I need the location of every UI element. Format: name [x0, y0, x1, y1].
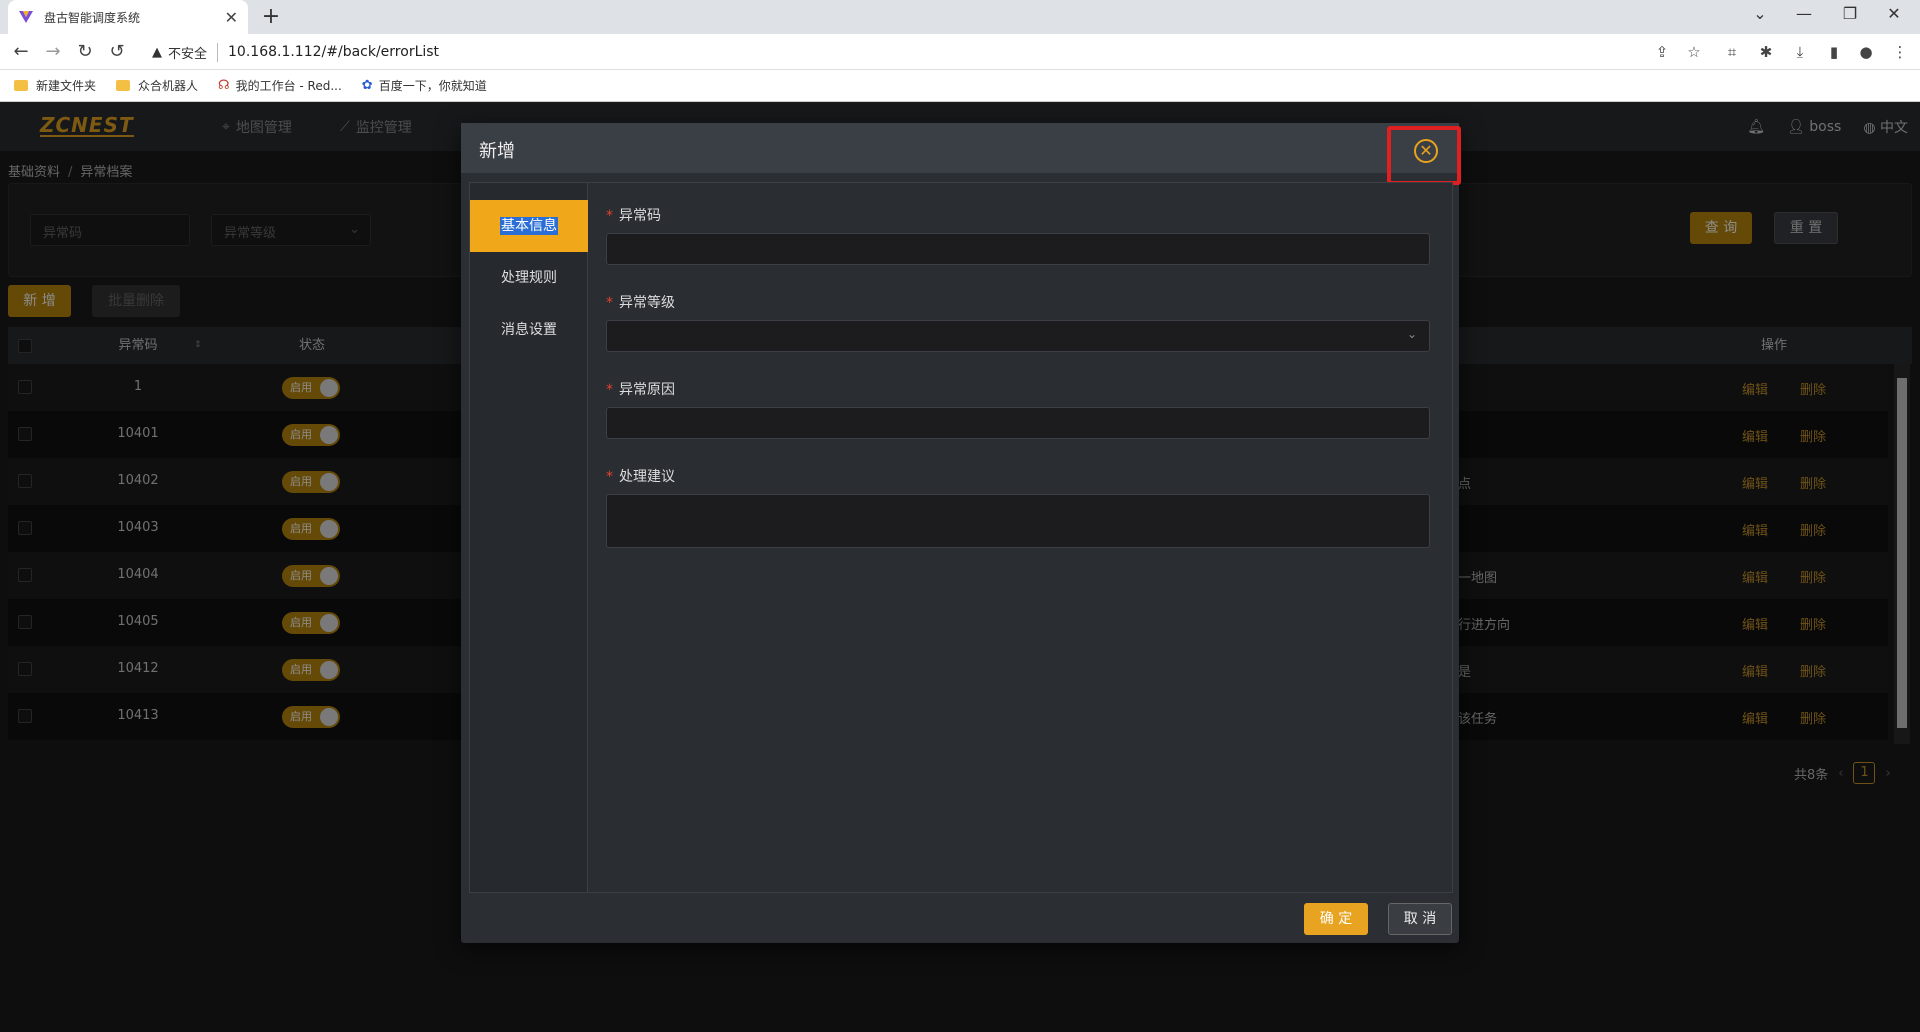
tab-basic-info[interactable]: 基本信息 [470, 200, 588, 252]
tab-message-settings[interactable]: 消息设置 [470, 304, 588, 356]
back-icon[interactable]: ← [10, 41, 32, 63]
tab-search-icon[interactable]: ⌄ [1740, 4, 1780, 23]
close-circle-icon[interactable]: ✕ [1414, 139, 1438, 163]
bookmarks-bar: 新建文件夹 众合机器人 ☊ 我的工作台 - Red... ✿ 百度一下，你就知道 [0, 70, 1920, 102]
cancel-button[interactable]: 取 消 [1388, 903, 1452, 935]
warning-icon: ▲ [152, 44, 162, 60]
url-field[interactable]: ▲ 不安全 10.168.1.112/#/back/errorList [140, 38, 1710, 66]
folder-icon [116, 80, 131, 91]
dialog-header: 新增 [461, 123, 1459, 173]
reload-icon[interactable]: ↻ [74, 41, 96, 63]
dialog-title: 新增 [479, 141, 515, 162]
share-icon[interactable]: ⇪ [1652, 42, 1672, 62]
download-icon[interactable]: ⤓ [1790, 42, 1810, 62]
level-select[interactable]: ⌄ [606, 320, 1430, 352]
bookmark-item[interactable]: 众合机器人 [116, 77, 198, 94]
bookmark-item[interactable]: ✿ 百度一下，你就知道 [362, 77, 487, 94]
bookmark-star-icon[interactable]: ☆ [1684, 42, 1704, 62]
extensions-icon[interactable]: ✱ [1756, 42, 1776, 62]
browser-tabbar: 盘古智能调度系统 ✕ + ⌄ — ❐ ✕ [0, 0, 1920, 34]
history-icon[interactable]: ↺ [106, 41, 128, 63]
crop-icon[interactable]: ⌗ [1722, 42, 1742, 62]
code-field-label: * 异常码 [606, 208, 661, 224]
window-close-icon[interactable]: ✕ [1874, 4, 1914, 23]
code-input[interactable] [606, 233, 1430, 265]
folder-icon [14, 80, 28, 91]
confirm-button[interactable]: 确 定 [1304, 903, 1368, 935]
restore-icon[interactable]: ❐ [1830, 4, 1870, 23]
dialog-side-tabs: 基本信息 处理规则 消息设置 [470, 183, 588, 892]
profile-avatar-icon[interactable]: ● [1856, 42, 1876, 62]
close-highlight-box: ✕ [1387, 126, 1461, 185]
address-bar: ← → ↻ ↺ ▲ 不安全 10.168.1.112/#/back/errorL… [0, 34, 1920, 70]
app-favicon-icon [19, 11, 33, 23]
bookmark-item[interactable]: ☊ 我的工作台 - Red... [218, 77, 342, 94]
level-field-label: * 异常等级 [606, 295, 675, 311]
url-text: 10.168.1.112/#/back/errorList [228, 44, 440, 60]
bookmark-item[interactable]: 新建文件夹 [14, 77, 96, 94]
tab-title: 盘古智能调度系统 [44, 10, 141, 25]
baidu-paw-icon: ✿ [361, 78, 373, 93]
insecure-label: 不安全 [168, 42, 219, 62]
redmine-icon: ☊ [218, 78, 230, 93]
minimize-icon[interactable]: — [1784, 4, 1824, 23]
forward-icon[interactable]: → [42, 41, 64, 63]
dialog-body: 基本信息 处理规则 消息设置 * 异常码 * 异常等级 ⌄ * 异常原因 * 处理建议 [469, 182, 1453, 893]
new-tab-button[interactable]: + [258, 4, 284, 29]
suggestion-textarea[interactable] [606, 494, 1430, 548]
add-dialog: 新增 ✕ 基本信息 处理规则 消息设置 * 异常码 * 异常等级 ⌄ * 异常原因 *… [461, 123, 1461, 943]
tab-close-icon[interactable]: ✕ [225, 8, 238, 27]
reason-field-label: * 异常原因 [606, 382, 675, 398]
browser-tab[interactable]: 盘古智能调度系统 ✕ [8, 0, 248, 34]
menu-kebab-icon[interactable]: ⋮ [1890, 42, 1910, 62]
reason-input[interactable] [606, 407, 1430, 439]
chevron-down-icon: ⌄ [1406, 327, 1417, 341]
tab-handling-rules[interactable]: 处理规则 [470, 252, 588, 304]
sidepanel-icon[interactable]: ▮ [1824, 42, 1844, 62]
suggestion-field-label: * 处理建议 [606, 469, 675, 485]
